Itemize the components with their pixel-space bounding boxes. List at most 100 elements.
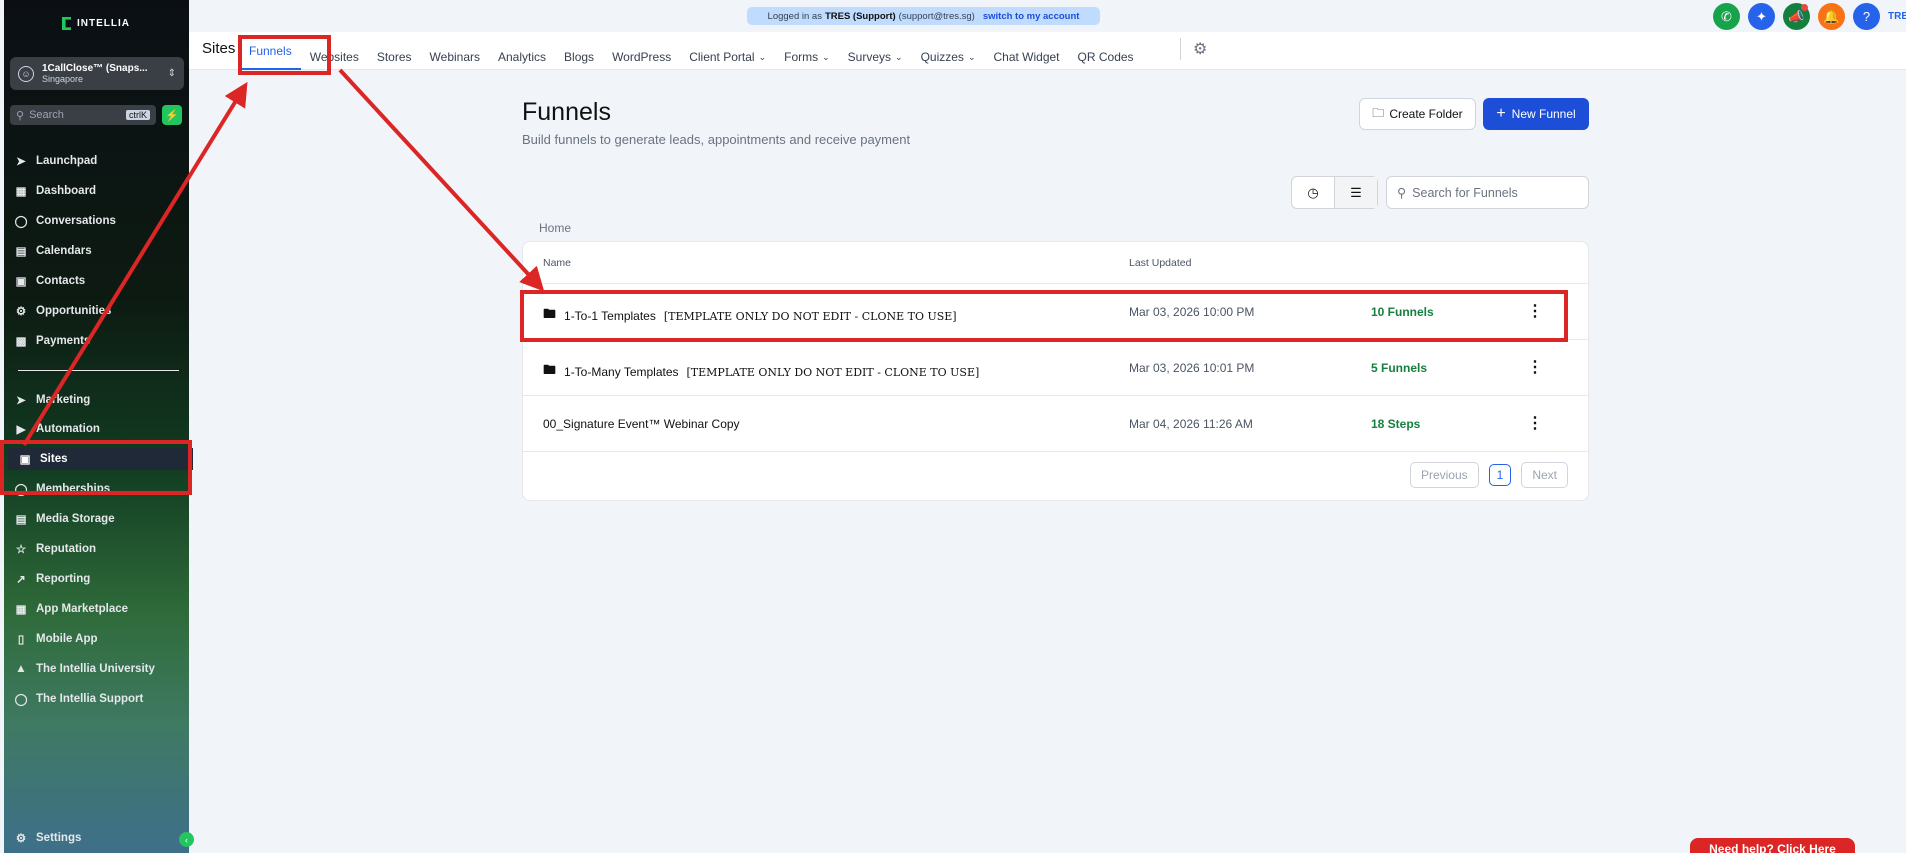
tab-label: Quizzes bbox=[920, 50, 964, 64]
header-actions: ✆ ✦ 📣 🔔 ? TRES bbox=[1713, 3, 1906, 30]
phone-icon[interactable]: ✆ bbox=[1713, 3, 1740, 30]
sidebar-item-the-intellia-university[interactable]: ▲ The Intellia University bbox=[14, 658, 155, 680]
help-button[interactable]: Need help? Click Here bbox=[1690, 838, 1855, 853]
magic-wand-icon[interactable]: ✦ bbox=[1748, 3, 1775, 30]
tab-label: Analytics bbox=[498, 50, 547, 64]
clock-icon[interactable]: ◷ bbox=[1292, 177, 1334, 208]
sidebar-item-dashboard[interactable]: ▦ Dashboard bbox=[14, 180, 97, 202]
view-toggle: ◷ ☰ bbox=[1291, 176, 1378, 209]
table-header: Name Last Updated bbox=[523, 242, 1588, 284]
row-name[interactable]: 🖿 1-To-Many Templates [TEMPLATE ONLY DO NO… bbox=[543, 361, 979, 383]
page-number[interactable]: 1 bbox=[1488, 464, 1512, 486]
account-location: Singapore bbox=[42, 73, 84, 84]
shortcut-badge: ctrlK bbox=[126, 110, 150, 120]
sidebar-item-app-marketplace[interactable]: ▦ App Marketplace bbox=[14, 598, 128, 620]
user-icon: ☺ bbox=[18, 65, 34, 82]
sidebar-search[interactable]: ⚲ Search ctrlK bbox=[10, 105, 156, 125]
tab-qr-codes[interactable]: QR Codes bbox=[1069, 44, 1143, 70]
sidebar-item-contacts[interactable]: ▣ Contacts bbox=[14, 270, 86, 292]
banner-user: TRES (Support) bbox=[824, 10, 896, 22]
sidebar-item-label: Payments bbox=[36, 335, 91, 347]
megaphone-icon[interactable]: 📣 bbox=[1783, 3, 1810, 30]
sidebar-item-label: Media Storage bbox=[36, 513, 115, 525]
folder-plus-icon: 🗀 bbox=[1372, 105, 1385, 120]
sidebar-item-opportunities[interactable]: ⚙ Opportunities bbox=[14, 300, 112, 322]
sidebar-item-payments[interactable]: ▩ Payments bbox=[14, 330, 91, 352]
sidebar-item-settings[interactable]: ⚙ Settings bbox=[14, 827, 82, 849]
tab-quizzes[interactable]: Quizzes ⌄ bbox=[912, 44, 985, 70]
tab-chat-widget[interactable]: Chat Widget bbox=[984, 44, 1068, 70]
tab-surveys[interactable]: Surveys ⌄ bbox=[839, 44, 912, 70]
brand-name: INTELLIA bbox=[77, 18, 130, 29]
breadcrumb[interactable]: Home bbox=[539, 221, 571, 235]
list-icon[interactable]: ☰ bbox=[1334, 177, 1377, 208]
payments-icon: ▩ bbox=[15, 336, 27, 348]
new-funnel-button[interactable]: + New Funnel bbox=[1483, 98, 1589, 130]
row-updated: Mar 04, 2026 11:26 AM bbox=[1129, 417, 1253, 431]
sidebar-item-mobile-app[interactable]: ▯ Mobile App bbox=[14, 628, 98, 650]
sidebar-item-calendars[interactable]: ▤ Calendars bbox=[14, 240, 92, 262]
annotation-box-first-row bbox=[520, 290, 1568, 342]
tab-blogs[interactable]: Blogs bbox=[555, 44, 603, 70]
table-row[interactable]: 00_Signature Event™ Webinar Copy Mar 04, … bbox=[523, 396, 1588, 452]
sidebar-item-reporting[interactable]: ↗ Reporting bbox=[14, 568, 90, 590]
next-button[interactable]: Next bbox=[1521, 462, 1568, 488]
user-menu[interactable]: TRES bbox=[1888, 11, 1906, 22]
tab-wordpress[interactable]: WordPress bbox=[603, 44, 680, 70]
tab-label: WordPress bbox=[612, 50, 672, 64]
page-subtitle: Build funnels to generate leads, appoint… bbox=[522, 132, 911, 147]
grid-icon: ▦ bbox=[15, 186, 27, 198]
sidebar-item-launchpad[interactable]: ➤ Launchpad bbox=[14, 150, 97, 172]
tab-webinars[interactable]: Webinars bbox=[421, 44, 489, 70]
sidebar-item-the-intellia-support[interactable]: ◯ The Intellia Support bbox=[14, 688, 144, 710]
sidebar-item-label: Opportunities bbox=[36, 305, 112, 317]
contacts-icon: ▣ bbox=[15, 276, 27, 288]
bell-icon[interactable]: 🔔 bbox=[1818, 3, 1845, 30]
column-name[interactable]: Name bbox=[543, 257, 571, 269]
tab-label: Stores bbox=[376, 50, 412, 64]
tab-stores[interactable]: Stores bbox=[368, 44, 421, 70]
sidebar-item-marketing[interactable]: ➤ Marketing bbox=[14, 389, 90, 411]
sidebar-item-label: Launchpad bbox=[36, 155, 98, 167]
row-name[interactable]: 00_Signature Event™ Webinar Copy bbox=[543, 417, 748, 431]
row-name-prefix: 00_Signature Event™ Webinar Copy bbox=[543, 417, 740, 431]
tab-analytics[interactable]: Analytics bbox=[489, 44, 555, 70]
kebab-menu-icon[interactable]: ⋮ bbox=[1527, 357, 1543, 377]
intellia-logo-icon bbox=[62, 17, 71, 30]
chevron-updown-icon: ⇕ bbox=[167, 68, 176, 79]
table-row[interactable]: 🖿 1-To-Many Templates [TEMPLATE ONLY DO NO… bbox=[523, 340, 1588, 396]
funnel-search-input[interactable]: ⚲ Search for Funnels bbox=[1386, 176, 1589, 209]
sidebar-item-label: App Marketplace bbox=[36, 603, 129, 615]
brand-logo[interactable]: INTELLIA bbox=[62, 17, 130, 30]
folder-icon: 🖿 bbox=[543, 362, 557, 377]
tab-label: Forms bbox=[784, 50, 819, 64]
sidebar-item-conversations[interactable]: ◯ Conversations bbox=[14, 210, 116, 232]
create-folder-button[interactable]: 🗀 Create Folder bbox=[1359, 98, 1476, 130]
tab-forms[interactable]: Forms ⌄ bbox=[775, 44, 839, 70]
sidebar-item-label: Contacts bbox=[36, 275, 86, 287]
phone-icon: ▯ bbox=[17, 634, 25, 646]
help-icon[interactable]: ? bbox=[1853, 3, 1880, 30]
create-folder-label: Create Folder bbox=[1389, 107, 1463, 121]
row-name-prefix: 1-To-Many Templates bbox=[564, 365, 679, 379]
collapse-sidebar-button[interactable]: ‹ bbox=[179, 832, 194, 847]
column-last-updated[interactable]: Last Updated bbox=[1129, 257, 1191, 269]
switch-account-link[interactable]: switch to my account bbox=[983, 11, 1080, 22]
quick-action-bolt-icon[interactable]: ⚡ bbox=[162, 105, 182, 125]
kebab-menu-icon[interactable]: ⋮ bbox=[1527, 413, 1543, 433]
sidebar: INTELLIA ☺ 1CallClose™ (Snaps... Singapo… bbox=[4, 0, 193, 853]
gear-icon[interactable]: ⚙ bbox=[1193, 39, 1207, 59]
sidebar-item-media-storage[interactable]: ▤ Media Storage bbox=[14, 508, 115, 530]
tab-label: Webinars bbox=[429, 50, 480, 64]
sidebar-item-label: Reporting bbox=[36, 573, 91, 585]
tab-client-portal[interactable]: Client Portal ⌄ bbox=[680, 44, 775, 70]
account-switcher[interactable]: ☺ 1CallClose™ (Snaps... Singapore ⇕ bbox=[10, 57, 184, 90]
sites-topbar: Sites Funnels Websites Stores Webinars Analy… bbox=[189, 32, 1906, 70]
previous-button[interactable]: Previous bbox=[1409, 462, 1479, 488]
star-icon: ☆ bbox=[15, 544, 27, 556]
sidebar-item-label: Calendars bbox=[36, 245, 92, 257]
sidebar-item-reputation[interactable]: ☆ Reputation bbox=[14, 538, 96, 560]
sidebar-item-automation[interactable]: ▶ Automation bbox=[14, 418, 100, 440]
trend-icon: ↗ bbox=[16, 574, 26, 586]
gear-icon: ⚙ bbox=[15, 833, 27, 845]
